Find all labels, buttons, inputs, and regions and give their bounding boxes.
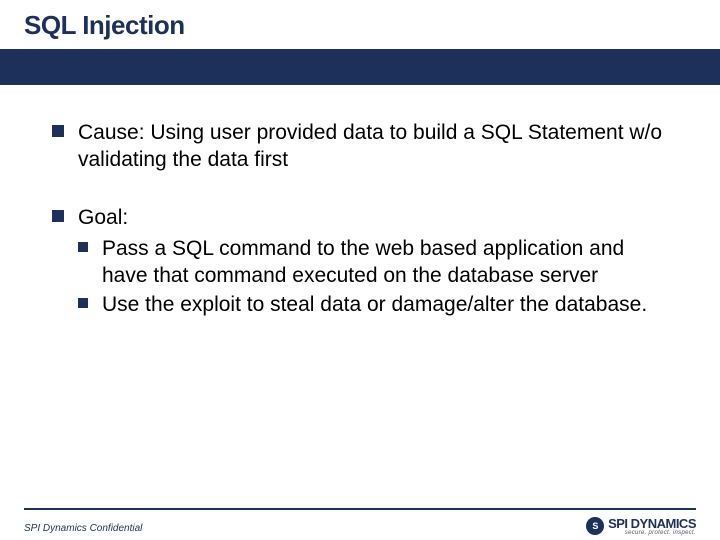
footer-divider bbox=[24, 508, 696, 510]
bullet-icon bbox=[78, 298, 88, 308]
sub-bullet-list: Pass a SQL command to the web based appl… bbox=[78, 235, 670, 319]
bullet-list: Cause: Using user provided data to build… bbox=[52, 119, 670, 319]
slide-title: SQL Injection bbox=[24, 10, 720, 41]
bullet-icon bbox=[78, 242, 88, 252]
logo: S SPI DYNAMICS secure. protect. inspect. bbox=[586, 516, 696, 536]
list-item: Pass a SQL command to the web based appl… bbox=[78, 235, 670, 290]
bullet-text: Goal: bbox=[78, 204, 670, 231]
bullet-icon bbox=[52, 210, 64, 222]
list-item: Use the exploit to steal data or damage/… bbox=[78, 291, 670, 318]
footer-text: SPI Dynamics Confidential bbox=[24, 523, 142, 534]
list-item: Cause: Using user provided data to build… bbox=[52, 119, 670, 174]
logo-main-text: SPI DYNAMICS bbox=[608, 516, 696, 531]
logo-mark-icon: S bbox=[586, 517, 604, 535]
bullet-text: Cause: Using user provided data to build… bbox=[78, 119, 670, 174]
footer: SPI Dynamics Confidential S SPI DYNAMICS… bbox=[0, 508, 720, 540]
list-item: Goal: Pass a SQL command to the web base… bbox=[52, 204, 670, 319]
title-wrap: SQL Injection bbox=[0, 0, 720, 41]
title-bar bbox=[0, 49, 720, 85]
bullet-icon bbox=[52, 125, 64, 137]
content-area: Cause: Using user provided data to build… bbox=[0, 85, 720, 319]
slide: SQL Injection Cause: Using user provided… bbox=[0, 0, 720, 540]
sub-bullet-text: Pass a SQL command to the web based appl… bbox=[102, 235, 670, 290]
logo-text-wrap: SPI DYNAMICS secure. protect. inspect. bbox=[608, 516, 696, 536]
sub-bullet-text: Use the exploit to steal data or damage/… bbox=[102, 291, 670, 318]
